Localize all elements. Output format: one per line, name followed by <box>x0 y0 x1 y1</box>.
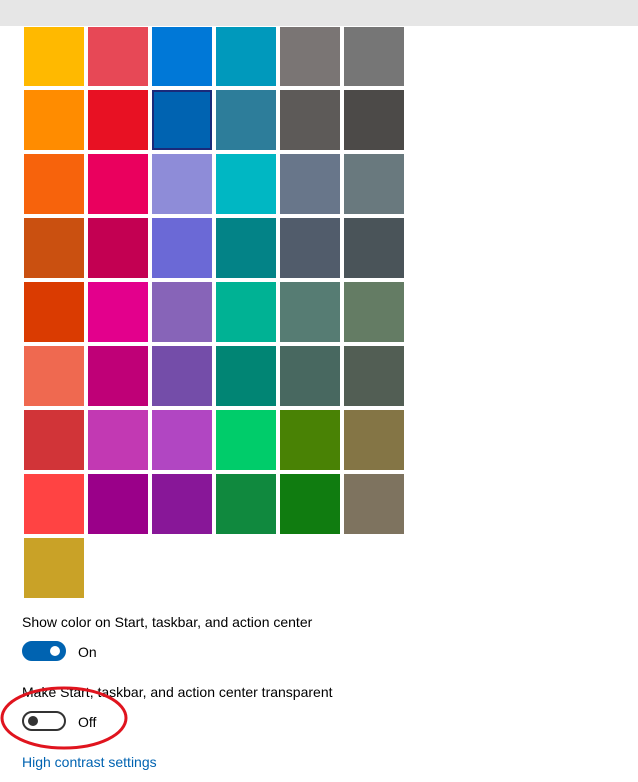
color-swatch[interactable] <box>24 27 84 86</box>
show-color-toggle[interactable] <box>22 641 66 661</box>
color-swatch[interactable] <box>280 218 340 278</box>
transparency-state: Off <box>78 714 97 730</box>
color-swatch[interactable] <box>344 27 404 86</box>
color-swatch[interactable] <box>152 218 212 278</box>
toggle-knob <box>50 646 60 656</box>
color-swatch[interactable] <box>216 154 276 214</box>
color-swatch[interactable] <box>88 27 148 86</box>
color-swatch[interactable] <box>152 410 212 470</box>
color-swatch[interactable] <box>344 474 404 534</box>
color-swatch[interactable] <box>88 218 148 278</box>
color-swatch[interactable] <box>24 90 84 150</box>
transparency-label: Make Start, taskbar, and action center t… <box>22 684 333 700</box>
high-contrast-settings-link[interactable]: High contrast settings <box>22 753 157 771</box>
color-swatch[interactable] <box>216 218 276 278</box>
color-swatch[interactable] <box>344 154 404 214</box>
color-swatch[interactable] <box>88 410 148 470</box>
color-swatch[interactable] <box>24 218 84 278</box>
color-swatch[interactable] <box>280 346 340 406</box>
color-swatch[interactable] <box>280 474 340 534</box>
color-swatch[interactable] <box>88 282 148 342</box>
color-swatch[interactable] <box>24 474 84 534</box>
color-swatch[interactable] <box>24 282 84 342</box>
color-swatch[interactable] <box>280 410 340 470</box>
color-swatch[interactable] <box>24 538 84 598</box>
color-swatch[interactable] <box>216 346 276 406</box>
color-swatch[interactable] <box>216 27 276 86</box>
color-swatch[interactable] <box>344 410 404 470</box>
color-swatch[interactable] <box>280 90 340 150</box>
color-swatch[interactable] <box>88 474 148 534</box>
color-swatch[interactable] <box>280 282 340 342</box>
toggle-knob <box>28 716 38 726</box>
show-color-state: On <box>78 644 97 660</box>
color-swatch[interactable] <box>24 346 84 406</box>
color-swatch[interactable] <box>88 346 148 406</box>
color-swatch[interactable] <box>152 27 212 86</box>
color-swatch[interactable] <box>152 346 212 406</box>
color-swatch[interactable] <box>216 410 276 470</box>
color-swatch[interactable] <box>88 154 148 214</box>
color-swatch[interactable] <box>152 90 212 150</box>
color-swatch[interactable] <box>152 282 212 342</box>
color-swatch[interactable] <box>24 154 84 214</box>
color-swatch[interactable] <box>152 474 212 534</box>
show-color-label: Show color on Start, taskbar, and action… <box>22 614 313 630</box>
color-swatch[interactable] <box>216 474 276 534</box>
color-swatch[interactable] <box>88 90 148 150</box>
transparency-toggle[interactable] <box>22 711 66 731</box>
color-swatch[interactable] <box>344 282 404 342</box>
color-swatch[interactable] <box>344 90 404 150</box>
color-swatch[interactable] <box>216 90 276 150</box>
color-swatch[interactable] <box>280 154 340 214</box>
color-swatch[interactable] <box>344 218 404 278</box>
color-swatch[interactable] <box>24 410 84 470</box>
color-swatch[interactable] <box>280 27 340 86</box>
color-swatch[interactable] <box>344 346 404 406</box>
color-swatch[interactable] <box>216 282 276 342</box>
accent-color-grid <box>0 0 638 600</box>
color-swatch[interactable] <box>152 154 212 214</box>
